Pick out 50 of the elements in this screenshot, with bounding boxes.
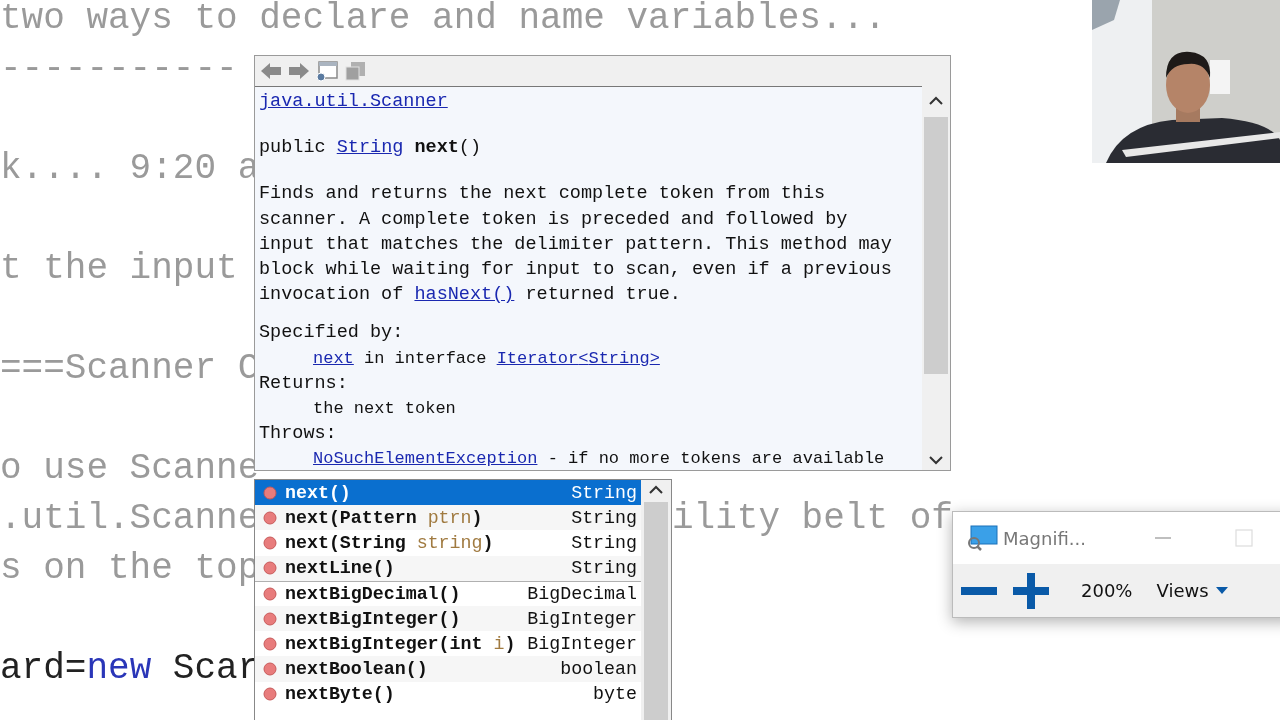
completion-item[interactable]: nextBigDecimal() BigDecimal [255, 580, 641, 606]
views-dropdown[interactable]: Views [1156, 580, 1229, 601]
completion-item[interactable]: nextBigInteger() BigInteger [255, 605, 641, 632]
back-arrow-icon[interactable] [259, 61, 283, 81]
method-description: Finds and returns the next complete token from this scanner. A complete token is preceded and followed by input that matches the delimiter pattern. This method may block while waiting for input to scan, even if a previous invocation of hasNext() returned true. [259, 182, 893, 308]
scroll-up-icon[interactable] [648, 484, 664, 496]
doc-link[interactable]: Iterator [496, 348, 579, 368]
method-icon [263, 636, 277, 651]
method-icon [263, 485, 277, 500]
code-line: ility belt of [672, 497, 953, 541]
code-line: ----------- [0, 47, 238, 91]
completion-item[interactable]: next(Pattern ptrn) String [255, 505, 641, 531]
browser-window-icon[interactable] [315, 60, 339, 82]
doc-link[interactable]: > [649, 348, 660, 368]
section-text: NoSuchElementException - if no more tokens are available [312, 448, 886, 470]
zoom-level: 200% [1081, 580, 1133, 601]
forward-arrow-icon[interactable] [287, 61, 311, 81]
method-signature: public String next() [259, 136, 483, 161]
scrollbar[interactable] [641, 480, 671, 720]
magnifier-icon [965, 524, 999, 552]
code-line: t the input [0, 247, 238, 291]
section-heading: Throws: [259, 422, 338, 447]
method-icon [263, 661, 277, 676]
method-icon [263, 561, 277, 576]
doc-link[interactable]: String [588, 348, 650, 368]
section-heading: Returns: [259, 371, 349, 396]
section-text: next in interface Iterator<String> [312, 347, 661, 370]
type-link[interactable]: String [336, 137, 404, 159]
zoom-in-icon[interactable] [1011, 571, 1051, 610]
method-link[interactable]: hasNext() [414, 284, 515, 306]
method-icon [263, 687, 277, 702]
completion-item[interactable]: next() String [255, 480, 641, 506]
section-heading: Specified by: [259, 321, 405, 346]
completion-item[interactable]: nextLine() String [255, 555, 641, 581]
source-window-icon[interactable] [343, 60, 367, 82]
section-text: the next token [312, 398, 457, 421]
scroll-up-icon[interactable] [928, 95, 944, 107]
code-line: two ways to declare and name variables... [0, 0, 886, 41]
doc-link[interactable]: NoSuchElementException [313, 449, 538, 469]
caret-icon [1214, 585, 1229, 596]
method-icon [263, 611, 277, 626]
class-link[interactable]: java.util.Scanner [259, 91, 448, 112]
window-title: Magnifi... [1003, 527, 1087, 549]
doc-link[interactable]: next [313, 348, 354, 368]
completion-item[interactable]: nextBoolean() boolean [255, 656, 641, 682]
method-icon [263, 535, 277, 550]
scroll-down-icon[interactable] [928, 454, 944, 466]
method-icon [263, 510, 277, 525]
method-icon [263, 586, 277, 601]
doc-link[interactable]: < [578, 348, 589, 368]
